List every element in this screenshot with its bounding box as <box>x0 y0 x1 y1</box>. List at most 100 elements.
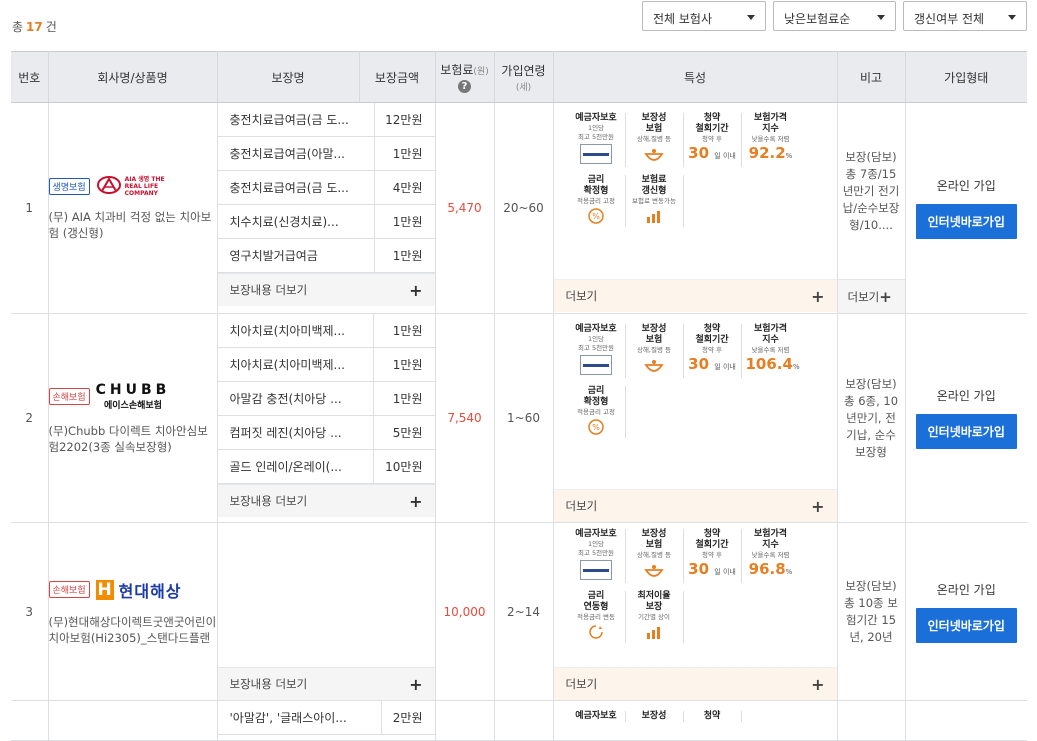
feature-deposit-protection: 예금자보호 1인당 최고 5천만원 <box>568 324 626 378</box>
chubb-logo: CHUBB 에이스손해보험 <box>95 381 171 411</box>
product-name: (무)현대해상다이렉트굿앤굿어린이치아보험(Hi2305)_스탠다드플랜 <box>48 614 217 645</box>
join-cell: 온라인 가입 인터넷바로가입 <box>905 102 1027 314</box>
aia-logo-icon <box>96 176 121 194</box>
coverage-cell: 치아치료(치아미백제... 1만원 치아치료(치아미백제... 1만원 아말감 충전… <box>217 313 436 523</box>
feature-withdrawal-period: 청약 철회기간 청약 후 30 일 이내 <box>684 529 742 583</box>
premium-value: 7,540 <box>435 313 495 523</box>
plus-icon: + <box>409 674 423 694</box>
feature-withdrawal-period: 청약 철회기간 청약 후 30 일 이내 <box>684 113 742 167</box>
feature-min-rate-guarantee: 최저이율 보장 기간별 상이 <box>626 591 684 643</box>
feature-interest-type: 금리 확정형 적용금리 고정 % <box>568 386 626 438</box>
header-coverage: 보장명 <box>217 51 360 103</box>
feature-box: 예금자보호 1인당 최고 5천만원 보장성 보험 상해,질병 등 청약 철회기간 <box>554 103 837 243</box>
remark-more-button[interactable]: 더보기 + <box>837 279 905 313</box>
feature-box: 예금자보호 1인당 최고 5천만원 보장성 보험 상해,질병 등 청약 철회기간 <box>554 523 837 659</box>
company-cell: 생명보험 AIA 생명 THE REAL LIFE COMPANY (무) AI… <box>48 102 218 314</box>
join-online-button[interactable]: 인터넷바로가입 <box>915 414 1017 449</box>
bowl-icon <box>644 149 664 161</box>
remark-cell: 보장(담보) 총 6종, 10년만기, 전기납, 순수보장형 <box>837 313 906 523</box>
plus-icon: + <box>811 496 825 516</box>
svg-text:%: % <box>592 423 600 432</box>
coverage-row: 골드 인레이/온레이(... 10만원 <box>217 449 435 484</box>
coverage-more-button[interactable]: 보장내용 더보기 + <box>217 273 435 306</box>
age-range: 1~60 <box>494 313 554 523</box>
coverage-row: 충전치료급여금(아말... 1만원 <box>217 136 435 171</box>
header-amount: 보장금액 <box>359 51 436 103</box>
feature-price-index: 보험가격 지수 낮을수록 저렴 96.8% <box>748 529 793 578</box>
feature-renewal-type: 보험료 갱신형 보험료 변동가능 <box>626 175 684 227</box>
hyundai-marine-logo: H 현대해상 <box>95 579 182 601</box>
insurance-type-badge: 손해보험 <box>48 387 90 405</box>
header-age: 가입연령 (세) <box>494 51 554 103</box>
header-no: 번호 <box>11 51 49 103</box>
feature-more-button[interactable]: 더보기 + <box>553 667 837 700</box>
feature-protection-type: 보장성 보험 상해,질병 등 <box>626 529 684 583</box>
plus-icon: + <box>409 491 423 511</box>
feature-withdrawal-period: 청약 철회기간 청약 후 30 일 이내 <box>684 324 742 378</box>
feature-cell: 예금자보호 1인당 최고 5천만원 보장성 보험 상해,질병 등 청약 철회기간 <box>553 102 838 314</box>
age-range: 2~14 <box>494 522 554 701</box>
join-online-button[interactable]: 인터넷바로가입 <box>915 204 1017 239</box>
remark-cell: 보장(담보) 총 10종 보험기간 15년, 20년 <box>837 522 906 701</box>
percent-icon: % <box>588 208 604 224</box>
coverage-row: 컴퍼짓 레진(치아당 ... 5만원 <box>217 415 435 450</box>
coverage-cell: '아말감', '글래스아이... 2만원 <box>217 700 436 741</box>
coverage-row: 치수치료(신경치료)... 1만원 <box>217 204 435 239</box>
product-name: (무)Chubb 다이렉트 치아안심보험2202(3종 실속보장형) <box>48 423 208 454</box>
coverage-row: 충전치료급여금(금 도... 12만원 <box>217 103 435 137</box>
join-cell: 온라인 가입 인터넷바로가입 <box>905 313 1027 523</box>
company-cell: 손해보험 H 현대해상 (무)현대해상다이렉트굿앤굿어린이치아보험(Hi2305… <box>48 522 218 701</box>
join-online-button[interactable]: 인터넷바로가입 <box>915 607 1017 643</box>
table-header: 번호 회사명/상품명 보장명 보장금액 보험료(원) ? 가입연령 (세) 특성 … <box>11 51 1027 103</box>
coverage-more-button[interactable]: 보장내용 더보기 + <box>217 667 435 700</box>
row-number: 2 <box>11 313 49 523</box>
coverage-row: 치아치료(치아미백제... 1만원 <box>217 314 435 348</box>
feature-interest-type: 금리 연동형 적용금리 변동 <box>568 591 626 643</box>
chevron-down-icon <box>877 15 885 20</box>
product-table: 번호 회사명/상품명 보장명 보장금액 보험료(원) ? 가입연령 (세) 특성 … <box>11 51 1027 741</box>
renewal-filter-select[interactable]: 갱신여부 전체 <box>903 1 1027 31</box>
feature-more-button[interactable]: 더보기 + <box>553 489 837 522</box>
feature-protection-type: 보장성 보험 상해,질병 등 <box>626 324 684 378</box>
result-count-number: 17 <box>26 20 43 34</box>
insurer-filter-select[interactable]: 전체 보험사 <box>642 1 766 31</box>
header-join: 가입형태 <box>905 51 1027 103</box>
deposit-seal-icon <box>580 144 612 164</box>
feature-more-button[interactable]: 더보기 + <box>553 279 837 312</box>
feature-price-index: 보험가격 지수 낮을수록 저렴 92.2% <box>748 113 793 162</box>
feature-cell: 예금자보호 보장성 청약 <box>553 700 838 741</box>
svg-text:%: % <box>592 212 600 221</box>
result-count: 총 17 건 <box>12 20 57 34</box>
plus-icon: + <box>811 286 825 306</box>
coverage-row: 아말감 충전(치아당 ... 1만원 <box>217 381 435 416</box>
feature-price-index: 보험가격 지수 낮을수록 저렴 106.4% <box>745 324 800 373</box>
table-row: 1 생명보험 AIA 생명 THE REAL LIFE COMPANY (무) … <box>11 102 1027 314</box>
product-name: (무) AIA 치과비 걱정 없는 치아보험 (갱신형) <box>48 210 212 240</box>
sort-select[interactable]: 낮은보험료순 <box>773 1 896 31</box>
feature-cell: 예금자보호 1인당 최고 5천만원 보장성 보험 상해,질병 등 청약 철회기간 <box>553 313 838 523</box>
table-row: '아말감', '글래스아이... 2만원 예금자보호 보장성 청약 <box>11 700 1027 741</box>
premium-value: 5,470 <box>435 102 495 314</box>
remark-text: 보장(담보) 총 6종, 10년만기, 전기납, 순수보장형 <box>843 376 899 459</box>
header-feature: 특성 <box>553 51 838 103</box>
result-toolbar: 총 17 건 전체 보험사 낮은보험료순 갱신여부 전체 <box>0 0 1037 50</box>
plus-icon: + <box>409 280 423 300</box>
row-number: 3 <box>11 522 49 701</box>
insurance-type-badge: 손해보험 <box>48 581 90 598</box>
premium-value: 10,000 <box>435 522 495 701</box>
coverage-more-button[interactable]: 보장내용 더보기 + <box>217 484 435 517</box>
percent-icon: % <box>588 419 604 435</box>
chevron-down-icon <box>1008 15 1016 20</box>
coverage-row: 치아치료(치아미백제... 1만원 <box>217 347 435 382</box>
chevron-down-icon <box>747 15 755 20</box>
remark-text: 보장(담보) 총 10종 보험기간 15년, 20년 <box>844 578 898 644</box>
remark-text: 보장(담보) 총 7종/15년만기 전기납/순수보장형/10.... <box>842 149 900 232</box>
bowl-icon <box>644 360 664 372</box>
plus-icon: + <box>879 287 892 306</box>
feature-box: 예금자보호 1인당 최고 5천만원 보장성 보험 상해,질병 등 청약 철회기간 <box>554 314 837 454</box>
help-icon[interactable]: ? <box>458 80 471 93</box>
company-cell: 손해보험 CHUBB 에이스손해보험 (무)Chubb 다이렉트 치아안심보험2… <box>48 313 218 523</box>
table-row: 2 손해보험 CHUBB 에이스손해보험 (무)Chubb 다이렉트 치아안심보… <box>11 313 1027 523</box>
deposit-seal-icon <box>580 355 612 375</box>
join-type: 온라인 가입 <box>936 179 996 193</box>
